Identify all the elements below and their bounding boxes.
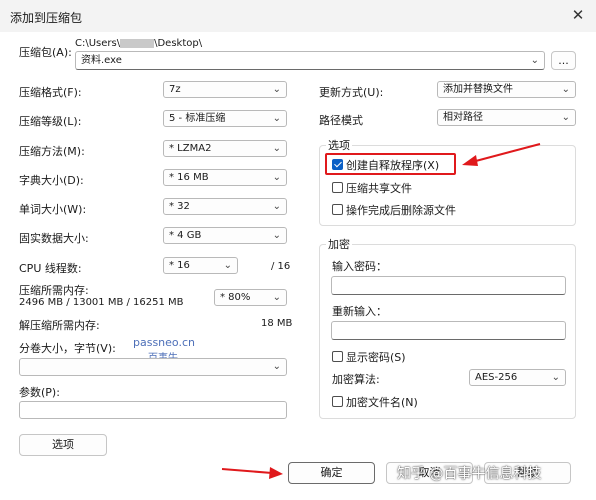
annotation-arrows: [221, 143, 541, 479]
red-arrow-annotation: [221, 467, 283, 479]
red-arrow-annotation: [462, 143, 541, 166]
